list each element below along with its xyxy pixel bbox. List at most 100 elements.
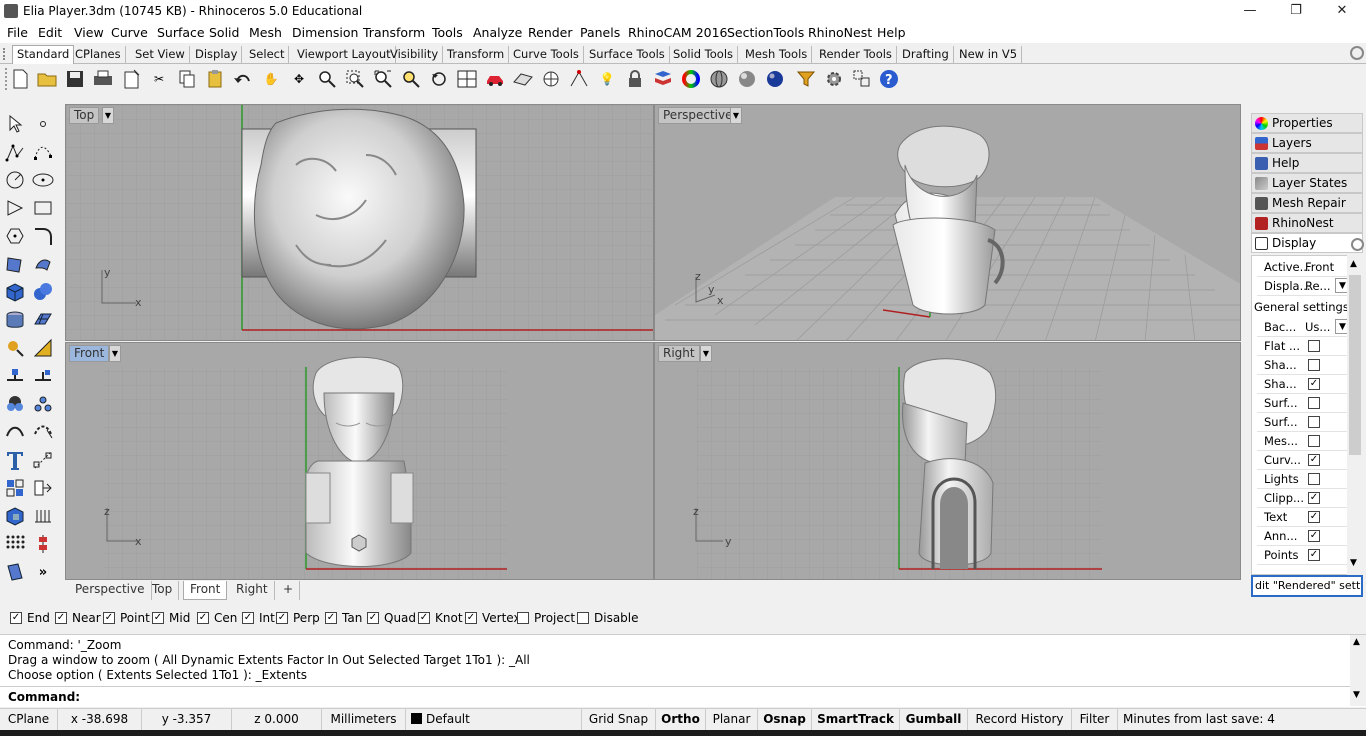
four-viewports-icon[interactable] bbox=[456, 68, 478, 90]
cplane-indicator[interactable]: CPlane bbox=[0, 709, 58, 731]
zoom-selected-icon[interactable] bbox=[400, 68, 422, 90]
grip-handle[interactable] bbox=[3, 48, 8, 60]
osnap-vertex[interactable]: ✓ Vertex bbox=[465, 611, 521, 625]
transform-gumball-icon[interactable] bbox=[3, 336, 27, 360]
panel-tab-help[interactable]: Help bbox=[1251, 153, 1363, 173]
import-icon[interactable] bbox=[120, 68, 142, 90]
display-setting-row[interactable]: Surf... bbox=[1257, 394, 1351, 413]
mesh-plane-icon[interactable] bbox=[31, 308, 55, 332]
chevron-down-icon[interactable]: ▼ bbox=[700, 345, 712, 362]
tab-solid-tools[interactable]: Solid Tools bbox=[669, 46, 739, 63]
osnap-checkbox[interactable]: ✓ bbox=[10, 612, 22, 624]
osnap-int[interactable]: ✓ Int bbox=[242, 611, 275, 625]
tab-drafting[interactable]: Drafting bbox=[898, 46, 954, 63]
panel-tab-mesh-repair[interactable]: Mesh Repair bbox=[1251, 193, 1363, 213]
tab-select[interactable]: Select bbox=[245, 46, 290, 63]
scroll-down-icon[interactable]: ▼ bbox=[1353, 690, 1360, 700]
vp-tab-right[interactable]: Right bbox=[230, 581, 275, 600]
help-icon[interactable]: ? bbox=[878, 68, 900, 90]
arc-icon[interactable] bbox=[3, 196, 27, 220]
menu-mesh[interactable]: Mesh bbox=[249, 25, 282, 40]
osnap-checkbox[interactable]: ✓ bbox=[55, 612, 67, 624]
osnap-project[interactable]: Project bbox=[517, 611, 575, 625]
panel-tab-layers[interactable]: Layers bbox=[1251, 133, 1363, 153]
osnap-tan[interactable]: ✓ Tan bbox=[325, 611, 362, 625]
setting-checkbox[interactable]: ✓ bbox=[1308, 378, 1320, 390]
pan-hand-icon[interactable]: ✋ bbox=[260, 68, 282, 90]
menu-sectiontools[interactable]: SectionTools bbox=[727, 25, 804, 40]
tab-standard[interactable]: Standard bbox=[12, 45, 75, 64]
split-icon[interactable] bbox=[3, 420, 27, 444]
panel-tab-rhinonest[interactable]: RhinoNest bbox=[1251, 213, 1363, 233]
menu-panels[interactable]: Panels bbox=[580, 25, 620, 40]
viewport-top[interactable]: y x Top ▼ bbox=[65, 104, 654, 341]
lightbulb-icon[interactable]: 💡 bbox=[596, 68, 618, 90]
command-input-field[interactable]: Command: bbox=[0, 686, 1350, 706]
move-icon[interactable] bbox=[3, 364, 27, 388]
tab-render-tools[interactable]: Render Tools bbox=[815, 46, 897, 63]
osnap-near[interactable]: ✓ Near bbox=[55, 611, 101, 625]
array-icon[interactable] bbox=[31, 364, 55, 388]
lock-icon[interactable] bbox=[624, 68, 646, 90]
minimize-button[interactable]: — bbox=[1227, 0, 1273, 23]
display-setting-row[interactable]: Lights bbox=[1257, 470, 1351, 489]
set-cplane-icon[interactable] bbox=[512, 68, 534, 90]
menu-help[interactable]: Help bbox=[877, 25, 906, 40]
save-icon[interactable] bbox=[64, 68, 86, 90]
trim-icon[interactable] bbox=[31, 420, 55, 444]
tab-new-in-v5[interactable]: New in V5 bbox=[955, 46, 1023, 63]
viewport-perspective[interactable]: z y x Perspective ▼ bbox=[654, 104, 1241, 341]
options-gear-icon[interactable] bbox=[823, 68, 845, 90]
more-tools-chevron-icon[interactable]: » bbox=[31, 560, 55, 584]
filter-toggle[interactable]: Filter bbox=[1072, 709, 1118, 731]
zoom-dynamic-icon[interactable] bbox=[316, 68, 338, 90]
copy-icon[interactable] bbox=[176, 68, 198, 90]
display-setting-row[interactable]: Curv... ✓ bbox=[1257, 451, 1351, 470]
menu-transform[interactable]: Transform bbox=[363, 25, 425, 40]
scroll-up-icon[interactable]: ▲ bbox=[1350, 259, 1357, 269]
display-setting-row[interactable]: Surf... bbox=[1257, 413, 1351, 432]
grip-handle[interactable] bbox=[5, 68, 7, 90]
menu-edit[interactable]: Edit bbox=[38, 25, 62, 40]
solid-box-icon[interactable] bbox=[3, 280, 27, 304]
command-scrollbar[interactable]: ▲ ▼ bbox=[1350, 635, 1366, 706]
edit-rendered-settings-button[interactable]: dit "Rendered" settings bbox=[1251, 575, 1363, 597]
extrude-surface-icon[interactable] bbox=[31, 252, 55, 276]
undo-icon[interactable] bbox=[232, 68, 254, 90]
vp-tab-perspective[interactable]: Perspective bbox=[69, 581, 152, 600]
project-curve-icon[interactable] bbox=[31, 476, 55, 500]
cplane-origin-icon[interactable] bbox=[540, 68, 562, 90]
paste-icon[interactable] bbox=[204, 68, 226, 90]
menu-file[interactable]: File bbox=[7, 25, 28, 40]
setting-checkbox[interactable] bbox=[1308, 416, 1320, 428]
vp-tab-front[interactable]: Front bbox=[183, 581, 228, 600]
display-setting-row[interactable]: Sha... ✓ bbox=[1257, 375, 1351, 394]
panel-gear-icon[interactable] bbox=[1351, 238, 1364, 251]
menu-dimension[interactable]: Dimension bbox=[292, 25, 358, 40]
panel-scrollbar[interactable]: ▲ ▼ bbox=[1347, 255, 1363, 575]
tab-curve-tools[interactable]: Curve Tools bbox=[509, 46, 584, 63]
restore-button[interactable]: ❐ bbox=[1273, 0, 1319, 23]
background-row[interactable]: Bac... Us... ▼ bbox=[1257, 318, 1351, 337]
osnap-checkbox[interactable]: ✓ bbox=[152, 612, 164, 624]
setting-checkbox[interactable]: ✓ bbox=[1308, 530, 1320, 542]
setting-checkbox[interactable]: ✓ bbox=[1308, 492, 1320, 504]
tab-set-view[interactable]: Set View bbox=[131, 46, 190, 63]
explode-icon[interactable] bbox=[3, 476, 27, 500]
point-object-icon[interactable] bbox=[568, 68, 590, 90]
osnap-checkbox[interactable]: ✓ bbox=[465, 612, 477, 624]
tab-cplanes[interactable]: CPlanes bbox=[71, 46, 126, 63]
osnap-toggle[interactable]: Osnap bbox=[758, 709, 812, 731]
fillet-curves-icon[interactable] bbox=[31, 224, 55, 248]
osnap-quad[interactable]: ✓ Quad bbox=[367, 611, 416, 625]
osnap-checkbox[interactable]: ✓ bbox=[325, 612, 337, 624]
scroll-down-icon[interactable]: ▼ bbox=[1350, 558, 1357, 568]
color-wheel-icon[interactable] bbox=[680, 68, 702, 90]
tab-visibility[interactable]: Visibility bbox=[386, 46, 444, 63]
setting-checkbox[interactable]: ✓ bbox=[1308, 549, 1320, 561]
box-edit-icon[interactable] bbox=[3, 504, 27, 528]
osnap-checkbox[interactable]: ✓ bbox=[197, 612, 209, 624]
viewport-title-right[interactable]: Right bbox=[658, 345, 700, 362]
edit-layers-icon[interactable] bbox=[652, 68, 674, 90]
osnap-end[interactable]: ✓ End bbox=[10, 611, 50, 625]
